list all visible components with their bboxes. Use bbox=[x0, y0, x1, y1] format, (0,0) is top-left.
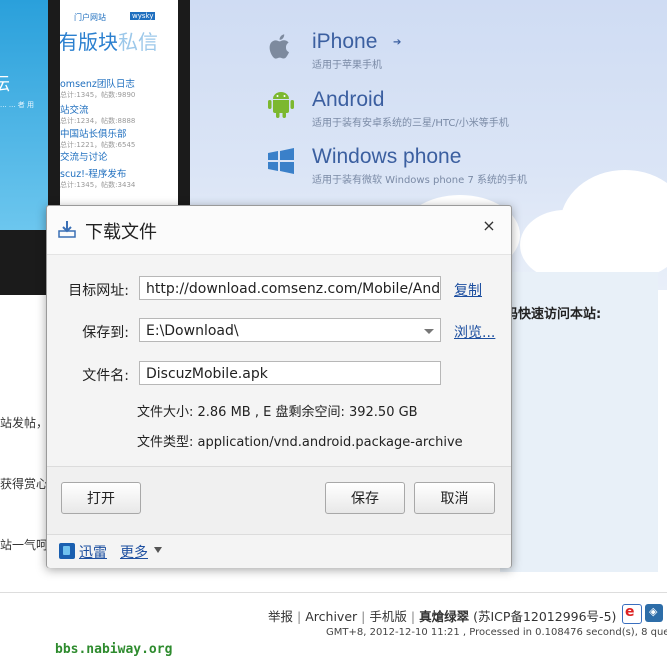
os-subtitle: 适用于装有安卓系统的三星/HTC/小米等手机 bbox=[312, 118, 509, 129]
dialog-title-bar[interactable]: 下载文件 × bbox=[47, 206, 511, 255]
copy-link[interactable]: 复制 bbox=[454, 280, 482, 300]
dialog-title: 下载文件 bbox=[85, 222, 157, 243]
footer-links: 举报 | Archiver | 手机版 | 真熗绿翠 (苏ICP备12012996号-5) bbox=[268, 609, 617, 624]
dialog-button-area: 打开 保存 取消 bbox=[47, 466, 511, 535]
save-to-label: 保存到: bbox=[82, 325, 129, 341]
watermark: bbs.nabiway.org bbox=[55, 642, 173, 657]
open-button[interactable]: 打开 bbox=[61, 482, 141, 514]
windows-icon bbox=[268, 148, 294, 174]
phone-left-sub: ... ... 者 用 bbox=[0, 101, 35, 109]
list-item: 中国站长俱乐部 bbox=[60, 129, 127, 140]
shield-icon[interactable]: ◈ bbox=[645, 604, 663, 622]
save-to-value: E:\Download\ bbox=[146, 323, 239, 339]
os-subtitle: 适用于苹果手机 bbox=[312, 60, 382, 71]
android-icon bbox=[268, 92, 294, 118]
browse-link[interactable]: 浏览... bbox=[454, 322, 495, 342]
size-info: 文件大小: 2.86 MB , E 盘剩余空间: 392.50 GB bbox=[137, 405, 418, 420]
thunder-icon[interactable] bbox=[59, 543, 75, 559]
more-link[interactable]: 更多 bbox=[120, 542, 148, 562]
site-name[interactable]: 真熗绿翠 bbox=[419, 609, 469, 624]
filename-label: 文件名: bbox=[82, 368, 129, 384]
phone-headline: 有版块私信 bbox=[60, 26, 158, 55]
chevron-down-icon[interactable] bbox=[154, 547, 162, 553]
icp-link[interactable]: (苏ICP备12012996号-5) bbox=[473, 609, 616, 624]
security-badge-icon[interactable]: e bbox=[622, 604, 642, 624]
footer-divider bbox=[0, 592, 667, 593]
report-link[interactable]: 举报 bbox=[268, 609, 293, 624]
list-item: scuz!-程序发布 bbox=[60, 169, 127, 180]
apple-icon bbox=[269, 34, 289, 59]
mobile-link[interactable]: 手机版 bbox=[369, 609, 407, 624]
cloud-decoration bbox=[520, 210, 610, 280]
user-badge: wysky bbox=[130, 12, 156, 20]
phone-headline-main: 有版块 bbox=[60, 30, 118, 54]
phone-screen-left: 坛 ... ... 者 用 bbox=[0, 0, 48, 230]
phone-screen-right: 门户网站 wysky 有版块私信 omsenz团队日志 总计:1345，帖数:9… bbox=[60, 0, 178, 230]
chevron-down-icon bbox=[424, 329, 434, 334]
type-info: 文件类型: application/vnd.android.package-ar… bbox=[137, 435, 463, 450]
download-icon bbox=[58, 221, 76, 238]
list-item-sub: 总计:1345，帖数:9890 bbox=[60, 91, 136, 99]
os-title: Android bbox=[312, 88, 385, 111]
list-item: 交流与讨论 bbox=[60, 152, 108, 163]
footer-meta: GMT+8, 2012-12-10 11:21 , Processed in 0… bbox=[326, 627, 667, 638]
os-title: iPhone bbox=[312, 30, 378, 53]
list-item: omsenz团队日志 bbox=[60, 79, 135, 90]
close-icon[interactable]: × bbox=[479, 216, 499, 236]
phone-left-text: 坛 bbox=[0, 74, 10, 95]
download-dialog: 下载文件 × 目标网址: http://download.comsenz.com… bbox=[46, 205, 512, 568]
list-item: 站交流 bbox=[60, 105, 89, 116]
cancel-button[interactable]: 取消 bbox=[414, 482, 495, 514]
list-item-sub: 总计:1234，帖数:8888 bbox=[60, 117, 136, 125]
url-field[interactable]: http://download.comsenz.com/Mobile/And bbox=[139, 276, 441, 300]
thunder-link[interactable]: 迅雷 bbox=[79, 542, 107, 562]
dialog-bottom-bar: 迅雷 更多 bbox=[47, 534, 511, 568]
filename-field[interactable]: DiscuzMobile.apk bbox=[139, 361, 441, 385]
list-item-sub: 总计:1345，帖数:3434 bbox=[60, 181, 136, 189]
save-button[interactable]: 保存 bbox=[325, 482, 405, 514]
arrow-right-icon: ➔ bbox=[393, 37, 402, 48]
save-to-select[interactable]: E:\Download\ bbox=[139, 318, 441, 342]
qr-panel-title: 码快速访问本站: bbox=[505, 307, 602, 322]
os-subtitle: 适用于装有微软 Windows phone 7 系统的手机 bbox=[312, 175, 528, 186]
archiver-link[interactable]: Archiver bbox=[305, 609, 357, 624]
url-label: 目标网址: bbox=[68, 283, 129, 299]
os-title: Windows phone bbox=[312, 145, 462, 168]
phone-head-text: 门户网站 bbox=[74, 13, 106, 22]
phone-headline-light: 私信 bbox=[118, 30, 158, 54]
